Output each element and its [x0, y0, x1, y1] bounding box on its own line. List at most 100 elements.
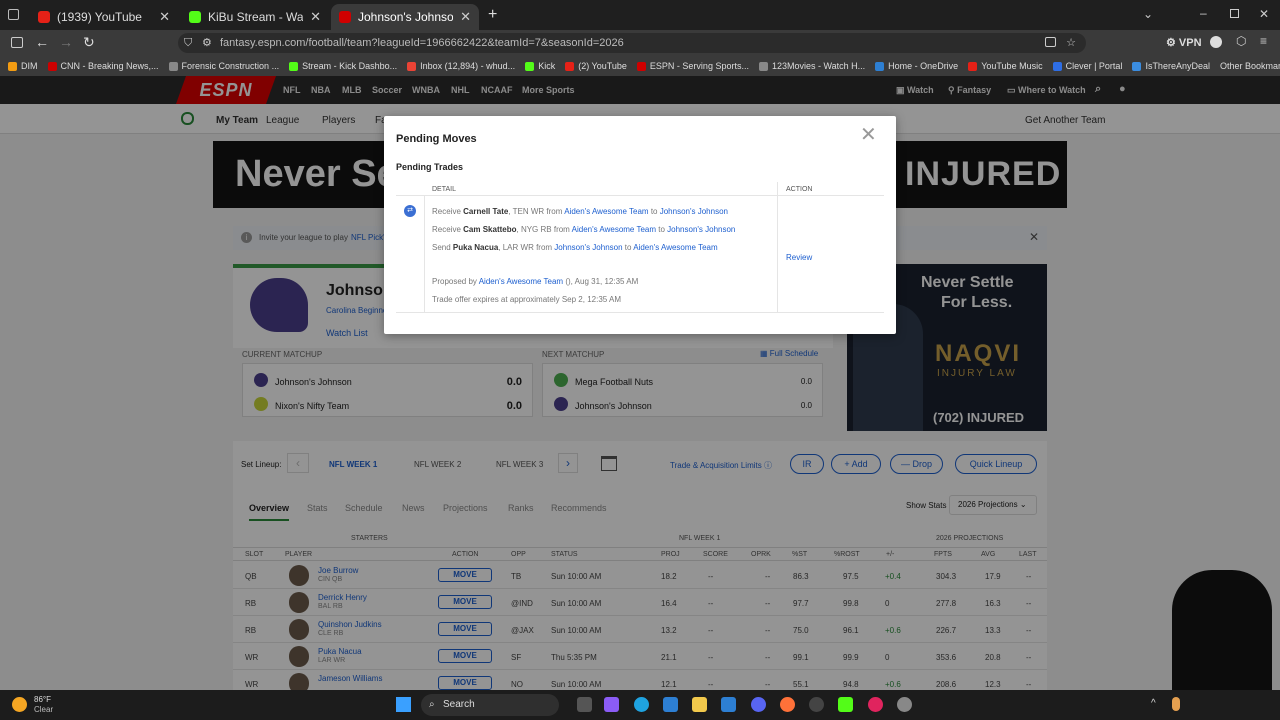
- bookmark-item[interactable]: Forensic Construction ...: [168, 61, 280, 71]
- url-field[interactable]: ⛉ ⚙ fantasy.espn.com/football/team?leagu…: [178, 33, 1086, 53]
- minimize-icon[interactable]: –: [1200, 6, 1207, 20]
- media-player-icon[interactable]: [868, 697, 883, 712]
- wallet-icon[interactable]: [1210, 36, 1222, 48]
- edge-icon[interactable]: [634, 697, 649, 712]
- page-settings-icon[interactable]: ⚙: [202, 33, 212, 53]
- steam-icon[interactable]: [809, 697, 824, 712]
- bookmark-item[interactable]: DIM: [8, 61, 38, 71]
- bookmark-label: Home - OneDrive: [888, 61, 959, 71]
- trade-line: Send Puka Nacua, LAR WR from Johnson's J…: [432, 243, 718, 252]
- tab-youtube[interactable]: (1939) YouTube ✕: [30, 4, 178, 30]
- vpn-badge[interactable]: ⚙ VPN: [1166, 36, 1202, 49]
- bookmark-item[interactable]: Home - OneDrive: [875, 61, 958, 71]
- url-text: fantasy.espn.com/football/team?leagueId=…: [220, 37, 624, 49]
- trade-verb: Receive: [432, 207, 461, 216]
- close-tab-icon[interactable]: ✕: [310, 9, 321, 25]
- windows-taskbar: 86°F Clear ⌕ Search ^: [0, 690, 1280, 720]
- bookmark-item[interactable]: Clever | Portal: [1052, 61, 1123, 71]
- section-title: Pending Trades: [396, 162, 464, 172]
- firefox-icon[interactable]: [780, 697, 795, 712]
- discord-icon[interactable]: [751, 697, 766, 712]
- tab-title: (1939) YouTube: [57, 10, 142, 24]
- trade-to-word: to: [648, 207, 660, 216]
- expires-line: Trade offer expires at approximately Sep…: [432, 295, 621, 304]
- trade-table: DETAIL ACTION ⇄ Receive Carnell Tate, TE…: [396, 182, 884, 313]
- file-explorer-icon[interactable]: [692, 697, 707, 712]
- bookmark-star-icon[interactable]: ☆: [1066, 33, 1076, 53]
- proposed-suffix: (), Aug 31, 12:35 AM: [565, 277, 639, 286]
- taskbar-search[interactable]: ⌕ Search: [421, 694, 559, 716]
- windows-start-icon[interactable]: [396, 697, 411, 712]
- save-page-icon[interactable]: [1045, 37, 1056, 47]
- from-team-link[interactable]: Johnson's Johnson: [554, 243, 622, 252]
- task-view-icon[interactable]: [577, 697, 592, 712]
- weather-temp: 86°F: [34, 695, 51, 704]
- forward-icon[interactable]: →: [59, 34, 73, 50]
- close-modal-icon[interactable]: ✕: [860, 122, 877, 147]
- close-window-icon[interactable]: ✕: [1259, 7, 1269, 21]
- bookmark-favicon-icon: [565, 61, 575, 71]
- tab-kibu[interactable]: KiBu Stream - Watch Live o ✕: [181, 4, 329, 30]
- tab-espn[interactable]: Johnson's Johnson Clubhouse - ✕: [331, 4, 479, 30]
- trade-info: , TEN WR from: [508, 207, 565, 216]
- close-tab-icon[interactable]: ✕: [159, 9, 170, 25]
- bookmark-item[interactable]: CNN - Breaking News,...: [47, 61, 159, 71]
- to-team-link[interactable]: Aiden's Awesome Team: [633, 243, 717, 252]
- copilot-icon[interactable]: [604, 697, 619, 712]
- bookmark-item[interactable]: IsThereAnyDeal: [1132, 61, 1210, 71]
- trade-to-word: to: [622, 243, 634, 252]
- proposed-team-link[interactable]: Aiden's Awesome Team: [479, 277, 563, 286]
- microphone-icon[interactable]: [1172, 697, 1180, 711]
- trade-player: Puka Nacua: [452, 243, 499, 252]
- tray-chevron-icon[interactable]: ^: [1151, 698, 1156, 709]
- bookmark-item[interactable]: YouTube Music: [968, 61, 1043, 71]
- close-tab-icon[interactable]: ✕: [460, 9, 471, 25]
- settings-icon[interactable]: [897, 697, 912, 712]
- bookmark-label: Forensic Construction ...: [181, 61, 280, 71]
- bookmark-item[interactable]: ESPN - Serving Sports...: [636, 61, 749, 71]
- bookmark-item[interactable]: Kick: [525, 61, 555, 71]
- extensions-icon[interactable]: ⬡: [1236, 34, 1246, 48]
- bookmark-favicon-icon: [8, 61, 17, 71]
- weather-text: Clear: [34, 705, 54, 714]
- bookmark-favicon-icon: [968, 61, 978, 71]
- bookmark-item[interactable]: (2) YouTube: [565, 61, 627, 71]
- bookmark-favicon-icon: [525, 61, 535, 71]
- trade-player: Carnell Tate: [463, 207, 509, 216]
- trade-verb: Send: [432, 243, 451, 252]
- mail-icon[interactable]: [721, 697, 736, 712]
- review-link[interactable]: Review: [786, 253, 812, 262]
- to-team-link[interactable]: Johnson's Johnson: [660, 207, 728, 216]
- bookmark-label: Clever | Portal: [1065, 61, 1123, 71]
- search-label: Search: [443, 699, 475, 710]
- bookmark-label: IsThereAnyDeal: [1145, 61, 1210, 71]
- kick-app-icon[interactable]: [838, 697, 853, 712]
- youtube-icon: [38, 11, 50, 23]
- from-team-link[interactable]: Aiden's Awesome Team: [564, 207, 648, 216]
- tab-list-icon[interactable]: ⌄: [1143, 7, 1153, 21]
- bookmark-item[interactable]: Inbox (12,894) - whud...: [407, 61, 515, 71]
- new-tab-icon[interactable]: +: [488, 6, 497, 24]
- menu-icon[interactable]: ≡: [1260, 34, 1267, 48]
- to-team-link[interactable]: Johnson's Johnson: [667, 225, 735, 234]
- bookmark-item[interactable]: 123Movies - Watch H...: [758, 61, 865, 71]
- sidebar-toggle-icon[interactable]: [11, 37, 23, 48]
- address-bar-row: ← → ↻ ⛉ ⚙ fantasy.espn.com/football/team…: [0, 30, 1280, 56]
- from-team-link[interactable]: Aiden's Awesome Team: [572, 225, 656, 234]
- weather-icon[interactable]: [12, 697, 27, 712]
- store-icon[interactable]: [663, 697, 678, 712]
- trade-line: Receive Carnell Tate, TEN WR from Aiden'…: [432, 207, 728, 216]
- tab-title: Johnson's Johnson Clubhouse -: [358, 10, 454, 24]
- back-icon[interactable]: ←: [35, 34, 49, 50]
- tab-actions-icon[interactable]: [8, 9, 19, 20]
- site-info-icon[interactable]: ⛉: [184, 33, 192, 53]
- trade-info: , LAR WR from: [498, 243, 555, 252]
- maximize-icon[interactable]: [1230, 9, 1239, 18]
- bookmark-favicon-icon: [407, 61, 417, 71]
- bookmark-item[interactable]: Stream - Kick Dashbo...: [289, 61, 397, 71]
- reload-icon[interactable]: ↻: [83, 34, 95, 51]
- col-action: ACTION: [786, 186, 813, 193]
- bookmark-favicon-icon: [1132, 61, 1142, 71]
- other-bookmarks[interactable]: Other Bookmarks: [1220, 61, 1280, 71]
- bookmark-label: ESPN - Serving Sports...: [649, 61, 749, 71]
